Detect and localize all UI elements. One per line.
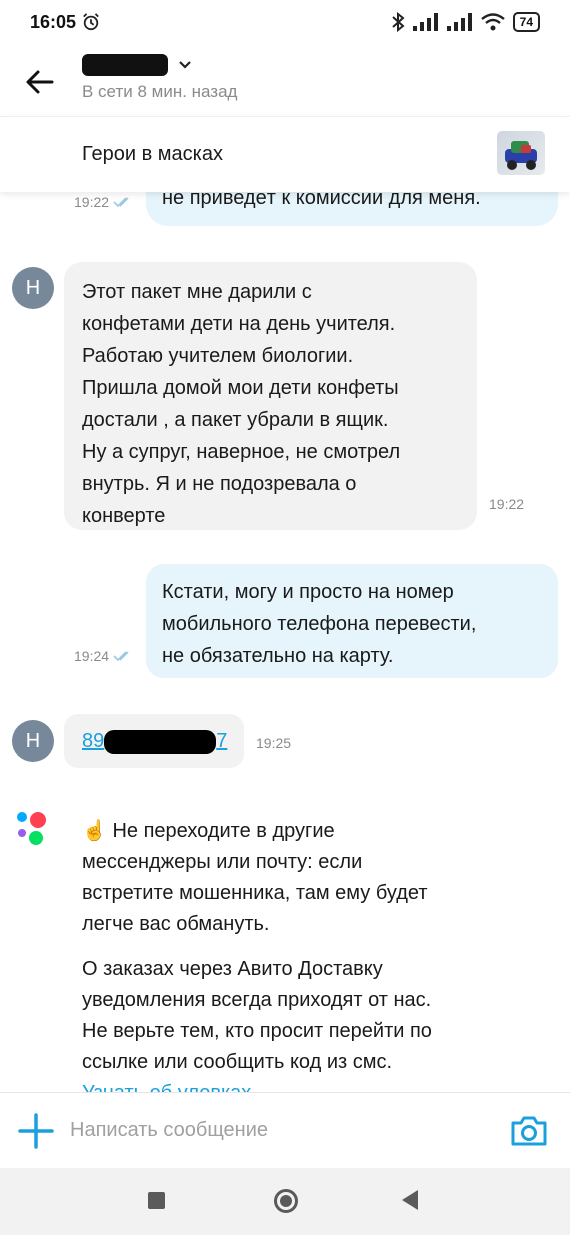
message-line: Кстати, могу и просто на номер: [162, 581, 454, 603]
learn-tricks-link[interactable]: Узнать об уловках: [82, 1082, 251, 1092]
ad-thumbnail[interactable]: [497, 131, 545, 175]
notice-text-1: Не переходите в другие мессенджеры или п…: [82, 820, 428, 935]
ad-bar[interactable]: Герои в масках: [0, 116, 570, 192]
avito-logo-icon: [17, 812, 46, 845]
toy-car-image: [505, 141, 537, 170]
message-line: достали , а пакет убрали в ящик.: [82, 409, 389, 431]
battery-indicator: 74: [512, 12, 540, 32]
alarm-icon: [83, 13, 99, 31]
chat-header: В сети 8 мин. назад: [0, 44, 570, 116]
avatar-initial: Н: [25, 276, 41, 299]
bluetooth-icon: [391, 12, 405, 32]
message-input-bar: Написать сообщение: [0, 1092, 570, 1168]
signal-icon-2: [446, 13, 472, 31]
contact-info[interactable]: В сети 8 мин. назад: [82, 54, 237, 102]
chat-area[interactable]: 19:22 не приведёт к комиссии для меня. Н…: [0, 192, 570, 1092]
message-time: 19:22: [74, 194, 110, 210]
double-check-icon: [113, 197, 129, 208]
online-status: В сети 8 мин. назад: [82, 82, 238, 101]
clock: 16:05: [30, 11, 77, 32]
notice-paragraph-2: О заказах через Авито Доставку уведомлен…: [82, 954, 432, 1092]
message-meta: 19:25: [256, 735, 291, 751]
message-input[interactable]: Написать сообщение: [70, 1119, 268, 1142]
contact-name-redacted: [82, 54, 168, 76]
message-line: не обязательно на карту.: [162, 645, 394, 667]
system-notice: ☝️ Не переходите в другие мессенджеры ил…: [82, 816, 432, 1092]
notice-text-2: О заказах через Авито Доставку уведомлен…: [82, 958, 432, 1073]
system-navigation-bar: [0, 1168, 570, 1235]
message-line: конфетами дети на день учителя.: [82, 313, 396, 335]
avatar[interactable]: Н: [12, 720, 54, 762]
ad-title[interactable]: Герои в масках: [82, 143, 223, 166]
incoming-message[interactable]: Этот пакет мне дарили с конфетами дети н…: [64, 262, 477, 530]
outgoing-message[interactable]: Кстати, могу и просто на номер мобильног…: [146, 564, 558, 678]
message-text: не приведёт к комиссии для меня.: [162, 192, 481, 209]
pointing-up-icon: ☝️: [82, 820, 107, 842]
message-time: 19:22: [489, 496, 525, 512]
message-line: внутрь. Я и не подозревала о: [82, 473, 357, 495]
incoming-message[interactable]: 89 7: [64, 714, 244, 768]
chevron-down-icon[interactable]: [178, 60, 192, 70]
message-meta: 19:22: [74, 194, 133, 210]
avatar-initial: Н: [25, 729, 41, 752]
avatar[interactable]: Н: [12, 267, 54, 309]
message-time: 19:24: [74, 648, 110, 664]
message-line: Этот пакет мне дарили с: [82, 281, 312, 303]
back-arrow-icon[interactable]: [24, 66, 56, 98]
phone-number-link[interactable]: 89 7: [82, 729, 228, 754]
recent-apps-button[interactable]: [148, 1192, 165, 1209]
home-button[interactable]: [274, 1189, 298, 1213]
message-line: Пришла домой мои дети конфеты: [82, 377, 399, 399]
phone-redacted: [104, 729, 217, 754]
message-line: Работаю учителем биологии.: [82, 345, 354, 367]
message-line: Ну а супруг, наверное, не смотрел: [82, 441, 401, 463]
camera-icon[interactable]: [510, 1115, 548, 1147]
back-button[interactable]: [402, 1190, 418, 1210]
message-line: мобильного телефона перевести,: [162, 613, 477, 635]
wifi-icon: [480, 13, 505, 31]
outgoing-message[interactable]: не приведёт к комиссии для меня.: [146, 192, 558, 226]
message-meta: 19:24: [74, 648, 133, 664]
message-line: конверте: [82, 505, 166, 527]
message-meta: 19:22: [489, 496, 524, 512]
notice-paragraph-1: ☝️ Не переходите в другие мессенджеры ил…: [82, 816, 432, 940]
message-time: 19:25: [256, 735, 292, 751]
phone-suffix: 7: [216, 730, 228, 752]
phone-prefix: 89: [82, 730, 105, 752]
plus-icon[interactable]: [18, 1113, 54, 1149]
signal-icon: [412, 13, 438, 31]
double-check-icon: [113, 651, 129, 662]
status-bar: 16:05 74: [0, 0, 570, 44]
